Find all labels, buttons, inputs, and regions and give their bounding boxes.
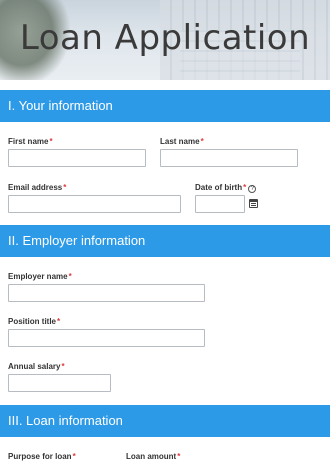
email-input[interactable] xyxy=(8,195,181,213)
required-marker: * xyxy=(177,452,181,461)
required-marker: * xyxy=(49,137,53,146)
section-header-loan-information: III. Loan information xyxy=(0,405,330,437)
header-banner: Loan Application xyxy=(0,0,330,80)
required-marker: * xyxy=(68,272,72,281)
purpose-for-loan-label: Purpose for loan* xyxy=(8,452,76,461)
date-of-birth-input[interactable] xyxy=(195,195,245,213)
last-name-input[interactable] xyxy=(160,149,298,167)
section-header-employer-information: II. Employer information xyxy=(0,225,330,257)
position-title-label: Position title* xyxy=(8,317,61,326)
required-marker: * xyxy=(57,317,61,326)
required-marker: * xyxy=(200,137,204,146)
question-circle-icon[interactable]: ? xyxy=(248,185,257,193)
last-name-label: Last name* xyxy=(160,137,204,146)
employer-name-input[interactable] xyxy=(8,284,205,302)
annual-salary-input[interactable] xyxy=(8,374,111,392)
email-label: Email address* xyxy=(8,183,67,192)
page-title: Loan Application xyxy=(19,18,311,58)
required-marker: * xyxy=(61,362,65,371)
calendar-icon[interactable] xyxy=(249,199,258,208)
loan-amount-label: Loan amount* xyxy=(126,452,181,461)
position-title-input[interactable] xyxy=(8,329,205,347)
section-header-your-information: I. Your information xyxy=(0,90,330,122)
date-of-birth-label: Date of birth*? xyxy=(195,183,257,193)
first-name-label: First name* xyxy=(8,137,53,146)
employer-name-label: Employer name* xyxy=(8,272,72,281)
required-marker: * xyxy=(72,452,76,461)
first-name-input[interactable] xyxy=(8,149,146,167)
required-marker: * xyxy=(63,183,67,192)
annual-salary-label: Annual salary* xyxy=(8,362,65,371)
required-marker: * xyxy=(243,183,247,192)
